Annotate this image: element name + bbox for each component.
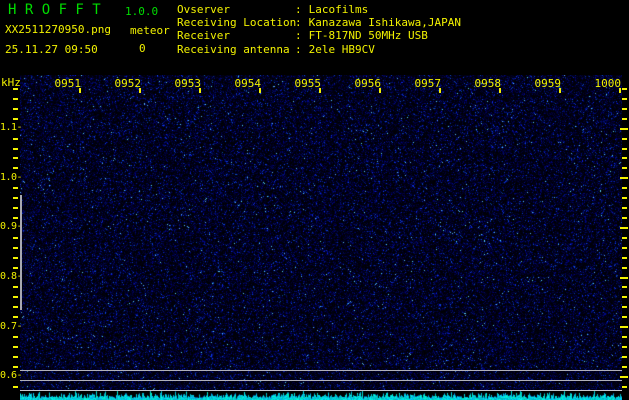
freq-tick-minor bbox=[13, 157, 18, 159]
freq-tick-minor bbox=[13, 257, 18, 259]
freq-tick-minor bbox=[622, 267, 627, 269]
freq-label: 0.9- bbox=[0, 221, 22, 232]
freq-tick-minor bbox=[622, 366, 627, 368]
level-ref-line-middle bbox=[20, 380, 622, 381]
freq-tick-minor bbox=[622, 98, 627, 100]
freq-tick-minor bbox=[13, 197, 18, 199]
freq-tick-minor bbox=[622, 187, 627, 189]
freq-label: 1.1- bbox=[0, 122, 22, 133]
freq-unit-label: kHz bbox=[1, 76, 21, 89]
freq-tick-minor bbox=[622, 336, 627, 338]
freq-tick-minor bbox=[13, 98, 18, 100]
station-row-separator: : bbox=[295, 29, 302, 42]
freq-tick-minor bbox=[13, 108, 18, 110]
freq-tick-minor bbox=[622, 306, 627, 308]
freq-tick-minor bbox=[13, 267, 18, 269]
freq-tick-minor bbox=[13, 316, 18, 318]
freq-tick-minor bbox=[622, 88, 627, 90]
echo-count: 0 bbox=[139, 42, 146, 55]
spectrogram-bottom-line bbox=[20, 390, 622, 391]
station-row-value: Lacofilms bbox=[309, 3, 369, 16]
station-row-label: Receiver bbox=[177, 29, 295, 42]
freq-tick-minor bbox=[13, 247, 18, 249]
station-info: Ovserver: Lacofilms Receiving Location: Ka… bbox=[177, 3, 461, 56]
freq-tick-minor bbox=[622, 148, 627, 150]
freq-tick-minor bbox=[13, 296, 18, 298]
freq-tick-minor bbox=[622, 108, 627, 110]
freq-label: 0.6- bbox=[0, 370, 22, 381]
level-ref-line-upper bbox=[20, 370, 622, 371]
station-row-separator: : bbox=[295, 43, 302, 56]
freq-tick-minor bbox=[622, 237, 627, 239]
freq-tick-minor bbox=[622, 286, 627, 288]
freq-tick-minor bbox=[13, 386, 18, 388]
freq-tick-minor bbox=[13, 237, 18, 239]
station-row-label: Receiving Location bbox=[177, 16, 295, 29]
station-row-value: 2ele HB9CV bbox=[309, 43, 375, 56]
freq-tick-minor bbox=[622, 346, 627, 348]
station-row: Receiving Location: Kanazawa Ishikawa,JAP… bbox=[177, 16, 461, 29]
freq-tick-minor bbox=[13, 138, 18, 140]
spectrogram-canvas bbox=[20, 75, 622, 390]
freq-tick-minor bbox=[13, 366, 18, 368]
signal-level-trace-canvas bbox=[20, 390, 622, 400]
freq-label: 1.0- bbox=[0, 172, 22, 183]
freq-tick-minor bbox=[13, 167, 18, 169]
station-row: Receiver: FT-817ND 50MHz USB bbox=[177, 29, 461, 42]
station-row-value: FT-817ND 50MHz USB bbox=[309, 29, 428, 42]
count-band-marker-line bbox=[20, 195, 22, 310]
station-row-separator: : bbox=[295, 16, 302, 29]
freq-tick-minor bbox=[622, 217, 627, 219]
freq-tick-minor bbox=[622, 207, 627, 209]
freq-tick-minor bbox=[622, 296, 627, 298]
station-row: Receiving antenna:2ele HB9CV bbox=[177, 43, 461, 56]
app-title: H R O F F T bbox=[8, 2, 101, 18]
station-row-label: Ovserver bbox=[177, 3, 295, 16]
freq-tick-minor bbox=[13, 187, 18, 189]
freq-tick-minor bbox=[622, 197, 627, 199]
freq-tick-minor bbox=[622, 386, 627, 388]
station-row-value: Kanazawa Ishikawa,JAPAN bbox=[309, 16, 461, 29]
output-filename: XX2511270950.png bbox=[5, 23, 111, 36]
freq-tick-minor bbox=[622, 138, 627, 140]
freq-tick-minor bbox=[622, 316, 627, 318]
freq-tick-minor bbox=[13, 346, 18, 348]
capture-datetime: 25.11.27 09:50 bbox=[5, 43, 98, 56]
freq-label: 0.8- bbox=[0, 271, 22, 282]
station-row-label: Receiving antenna bbox=[177, 43, 295, 56]
hrofft-output: H R O F F T 1.0.0 XX2511270950.png meteo… bbox=[0, 0, 629, 400]
freq-tick-minor bbox=[622, 257, 627, 259]
freq-tick-minor bbox=[622, 356, 627, 358]
freq-tick-minor bbox=[622, 157, 627, 159]
station-row-separator: : bbox=[295, 3, 302, 16]
freq-tick-minor bbox=[13, 207, 18, 209]
station-row: Ovserver: Lacofilms bbox=[177, 3, 461, 16]
freq-tick-minor bbox=[13, 336, 18, 338]
freq-tick-minor bbox=[13, 118, 18, 120]
freq-tick-minor bbox=[13, 286, 18, 288]
freq-tick-minor bbox=[622, 118, 627, 120]
freq-label: 0.7- bbox=[0, 321, 22, 332]
freq-tick-minor bbox=[622, 247, 627, 249]
app-version: 1.0.0 bbox=[125, 5, 158, 18]
mode-label: meteor bbox=[130, 24, 170, 37]
freq-tick-minor bbox=[13, 356, 18, 358]
freq-tick-minor bbox=[13, 148, 18, 150]
freq-tick-minor bbox=[622, 167, 627, 169]
freq-tick-minor bbox=[13, 217, 18, 219]
freq-tick-minor bbox=[13, 306, 18, 308]
